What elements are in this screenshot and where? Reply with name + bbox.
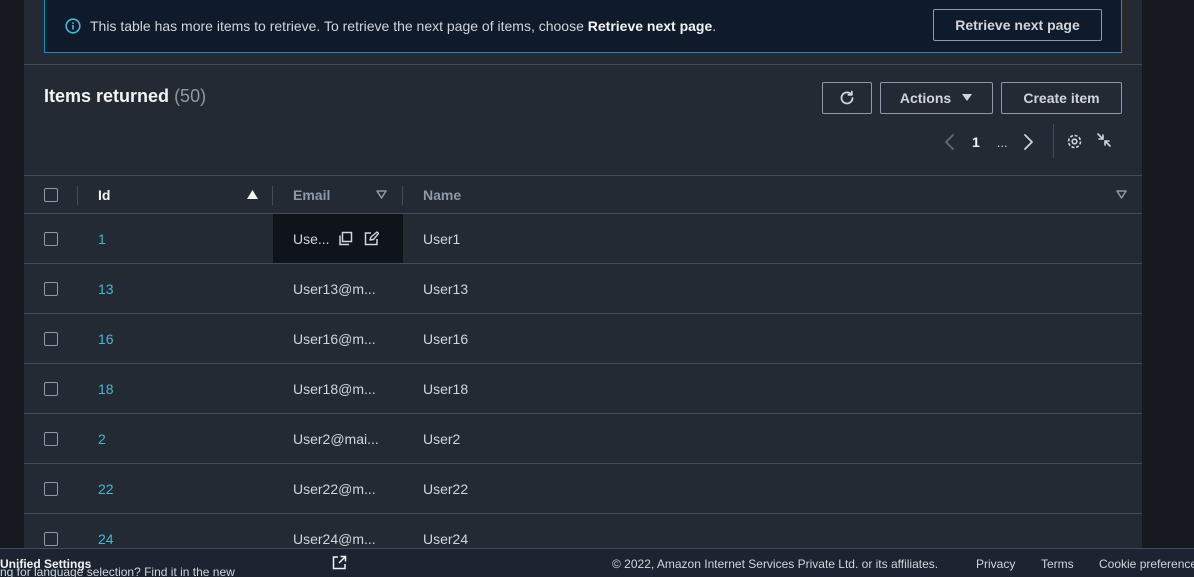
info-alert: This table has more items to retrieve. T… — [44, 0, 1122, 53]
section-divider — [24, 64, 1142, 65]
name-cell: User2 — [423, 431, 461, 447]
item-id-link[interactable]: 18 — [98, 381, 114, 397]
item-id-link[interactable]: 24 — [98, 531, 114, 547]
edit-icon[interactable] — [364, 231, 379, 246]
item-id-link[interactable]: 16 — [98, 331, 114, 347]
info-icon — [65, 18, 81, 34]
name-cell: User1 — [423, 231, 461, 247]
column-separator — [77, 186, 78, 205]
external-link-icon — [332, 555, 347, 570]
select-all-checkbox[interactable] — [44, 188, 58, 202]
name-cell: User18 — [423, 381, 469, 397]
table-header: Id Email Name — [24, 175, 1142, 214]
row-checkbox[interactable] — [44, 532, 58, 546]
chevron-left-icon[interactable] — [942, 133, 958, 151]
refresh-button[interactable] — [822, 82, 872, 114]
terms-link[interactable]: Terms — [1041, 557, 1074, 571]
pager-divider — [1053, 124, 1054, 158]
row-checkbox[interactable] — [44, 482, 58, 496]
column-header-name[interactable]: Name — [423, 187, 461, 203]
copy-icon[interactable] — [338, 231, 353, 246]
table-row[interactable]: 16 User16@m... User16 — [24, 314, 1142, 364]
right-gutter — [1142, 0, 1194, 548]
email-cell: User13@m... — [293, 281, 376, 297]
row-checkbox[interactable] — [44, 332, 58, 346]
column-header-email[interactable]: Email — [293, 187, 330, 203]
pagination-ellipsis: ... — [996, 134, 1008, 150]
table-row[interactable]: 13 User13@m... User13 — [24, 264, 1142, 314]
name-cell: User24 — [423, 531, 469, 547]
row-checkbox[interactable] — [44, 432, 58, 446]
table-row[interactable]: 18 User18@m... User18 — [24, 364, 1142, 414]
create-item-button[interactable]: Create item — [1001, 82, 1122, 114]
settings-gear-icon[interactable] — [1066, 133, 1083, 150]
actions-dropdown[interactable]: Actions — [880, 82, 993, 114]
item-id-link[interactable]: 1 — [98, 231, 106, 247]
column-header-id[interactable]: Id — [98, 187, 110, 203]
language-notice: ng for language selection? Find it in th… — [0, 557, 235, 577]
items-panel: This table has more items to retrieve. T… — [24, 0, 1142, 548]
row-checkbox[interactable] — [44, 232, 58, 246]
email-cell: User2@mai... — [293, 431, 379, 447]
privacy-link[interactable]: Privacy — [976, 557, 1015, 571]
table-row[interactable]: 1 Use... User1 — [24, 214, 1142, 264]
refresh-icon — [838, 89, 856, 107]
name-cell: User13 — [423, 281, 469, 297]
item-id-link[interactable]: 2 — [98, 431, 106, 447]
retrieve-next-page-button[interactable]: Retrieve next page — [933, 9, 1102, 41]
email-cell: User24@m... — [293, 531, 376, 547]
sort-ascending-icon[interactable] — [247, 190, 258, 199]
item-id-link[interactable]: 22 — [98, 481, 114, 497]
alert-message: This table has more items to retrieve. T… — [90, 18, 717, 34]
name-cell: User22 — [423, 481, 469, 497]
table-row[interactable]: 24 User24@m... User24 — [24, 514, 1142, 548]
sort-icon[interactable] — [376, 190, 387, 199]
pagination: 1 ... — [942, 130, 1036, 154]
name-cell: User16 — [423, 331, 469, 347]
table-row[interactable]: 22 User22@m... User22 — [24, 464, 1142, 514]
email-cell: User22@m... — [293, 481, 376, 497]
sort-icon[interactable] — [1116, 190, 1127, 199]
actions-label: Actions — [899, 90, 952, 106]
page-number-current[interactable]: 1 — [972, 134, 980, 150]
caret-down-icon — [961, 93, 973, 103]
page-title: Items returned (50) — [44, 86, 207, 106]
collapse-icon[interactable] — [1096, 132, 1112, 148]
left-gutter — [0, 0, 24, 548]
cookie-preferences-link[interactable]: Cookie preference — [1099, 557, 1194, 571]
footer: ng for language selection? Find it in th… — [0, 548, 1194, 577]
column-separator — [272, 186, 273, 205]
email-cell: User18@m... — [293, 381, 376, 397]
table-row[interactable]: 2 User2@mai... User2 — [24, 414, 1142, 464]
item-id-link[interactable]: 13 — [98, 281, 114, 297]
row-checkbox[interactable] — [44, 382, 58, 396]
column-separator — [402, 186, 403, 205]
email-cell: Use... — [293, 231, 330, 247]
chevron-right-icon[interactable] — [1020, 133, 1036, 151]
email-cell: User16@m... — [293, 331, 376, 347]
copyright-text: © 2022, Amazon Internet Services Private… — [612, 557, 939, 571]
row-checkbox[interactable] — [44, 282, 58, 296]
